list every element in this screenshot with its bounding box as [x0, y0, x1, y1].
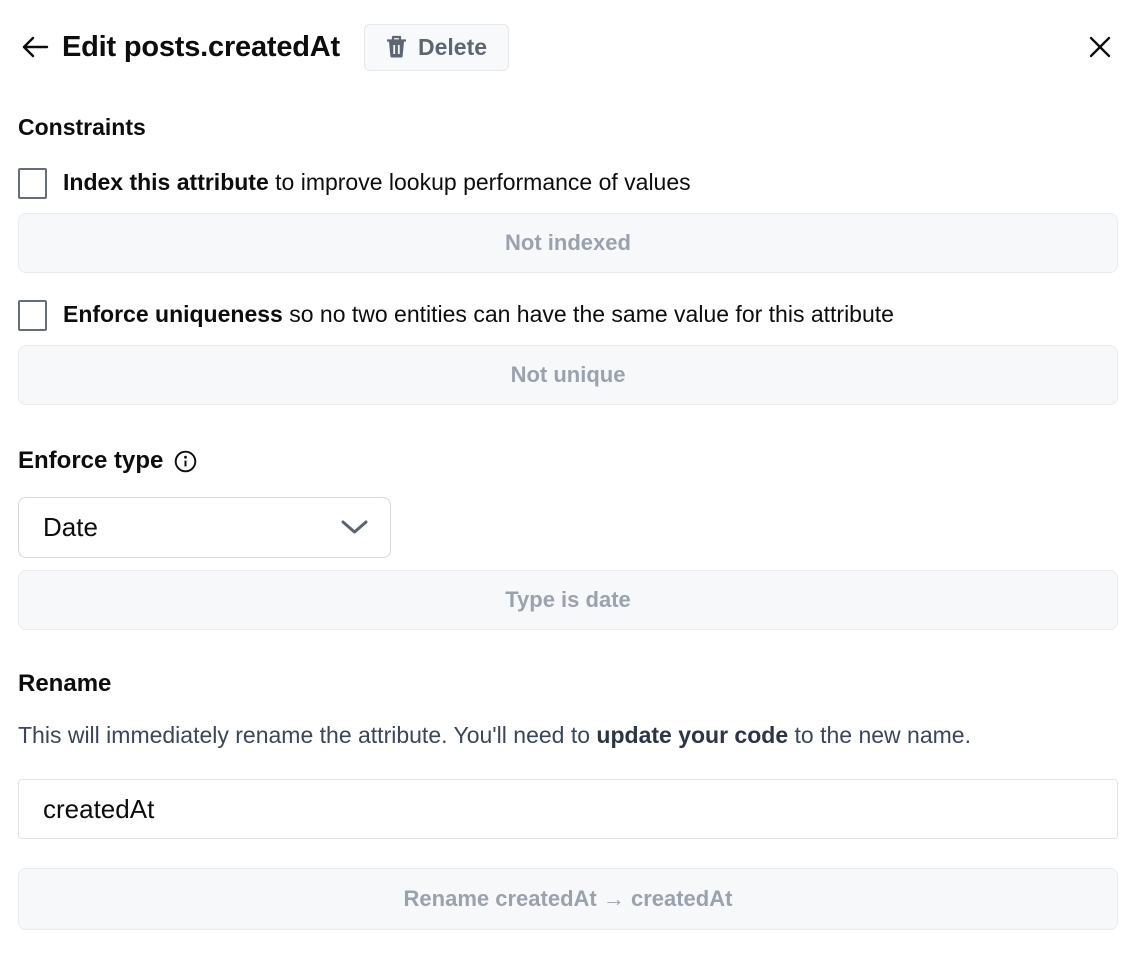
constraints-heading: Constraints	[18, 114, 1118, 141]
panel-header: Edit posts.createdAt Delete	[18, 22, 1118, 72]
close-button[interactable]	[1082, 29, 1118, 65]
index-constraint-row: Index this attribute to improve lookup p…	[18, 167, 1118, 199]
rename-input[interactable]	[18, 779, 1118, 839]
type-select-value: Date	[43, 512, 341, 543]
close-icon	[1088, 35, 1112, 59]
type-status: Type is date	[18, 570, 1118, 630]
unique-checkbox-label: Enforce uniqueness so no two entities ca…	[63, 299, 894, 330]
delete-button-label: Delete	[418, 34, 487, 61]
rename-description: This will immediately rename the attribu…	[18, 714, 1118, 757]
index-checkbox-label: Index this attribute to improve lookup p…	[63, 167, 691, 198]
enforce-type-heading-row: Enforce type	[18, 447, 1118, 475]
unique-checkbox[interactable]	[18, 300, 47, 331]
arrow-left-icon	[20, 35, 50, 59]
not-unique-status: Not unique	[18, 345, 1118, 405]
not-indexed-status: Not indexed	[18, 213, 1118, 273]
index-checkbox[interactable]	[18, 168, 47, 199]
page-title: Edit posts.createdAt	[62, 31, 340, 64]
chevron-down-icon	[341, 520, 368, 535]
trash-icon	[386, 35, 407, 59]
type-select[interactable]: Date	[18, 497, 391, 558]
unique-constraint-row: Enforce uniqueness so no two entities ca…	[18, 299, 1118, 331]
info-icon[interactable]	[174, 450, 197, 473]
edit-attribute-panel: Edit posts.createdAt Delete Constraints …	[0, 0, 1136, 930]
rename-action-button[interactable]: Rename createdAt → createdAt	[18, 868, 1118, 930]
delete-button[interactable]: Delete	[364, 24, 509, 71]
back-button[interactable]	[18, 30, 52, 64]
enforce-type-heading: Enforce type	[18, 447, 163, 475]
rename-heading: Rename	[18, 670, 1118, 698]
